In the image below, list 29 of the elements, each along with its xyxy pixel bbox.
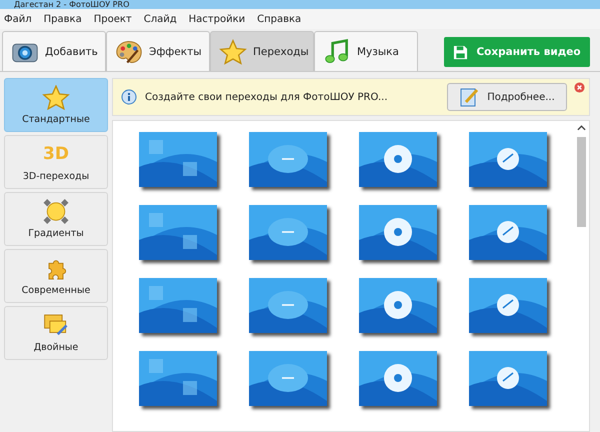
info-icon xyxy=(121,89,137,105)
category-button[interactable]: Современные xyxy=(4,249,108,303)
info-message: Создайте свои переходы для ФотоШОУ PRO... xyxy=(145,92,389,102)
music-note-icon xyxy=(323,38,351,64)
close-icon[interactable] xyxy=(574,82,585,93)
circle-icon xyxy=(42,199,70,224)
category-button[interactable]: Стандартные xyxy=(4,78,108,132)
tab[interactable]: Добавить xyxy=(2,31,106,71)
palette-icon xyxy=(115,38,143,64)
star-icon xyxy=(219,38,247,64)
screens-icon xyxy=(42,313,70,338)
notepad-icon xyxy=(459,87,480,107)
menu-item[interactable]: Справка xyxy=(257,14,302,24)
menu-item[interactable]: Слайд xyxy=(144,14,177,24)
menu-item[interactable]: Проект xyxy=(94,14,132,24)
more-button[interactable]: Подробнее... xyxy=(447,83,567,111)
category-button[interactable]: 3D 3D-переходы xyxy=(4,135,108,189)
star-icon xyxy=(42,85,70,110)
menu-item[interactable]: Правка xyxy=(44,14,82,24)
tab[interactable]: Эффекты xyxy=(106,31,210,71)
category-button[interactable]: Градиенты xyxy=(4,192,108,246)
menu-item[interactable]: Настройки xyxy=(188,14,246,24)
tab[interactable]: Переходы xyxy=(210,31,314,71)
tab[interactable]: Музыка xyxy=(314,31,418,71)
scrollbar-thumb[interactable] xyxy=(576,137,586,227)
category-button[interactable]: Двойные xyxy=(4,306,108,360)
3d-icon: 3D xyxy=(43,142,69,167)
menu-item[interactable]: Файл xyxy=(4,14,32,24)
window-title: Дагестан 2 - ФотоШОУ PRO xyxy=(14,0,130,9)
